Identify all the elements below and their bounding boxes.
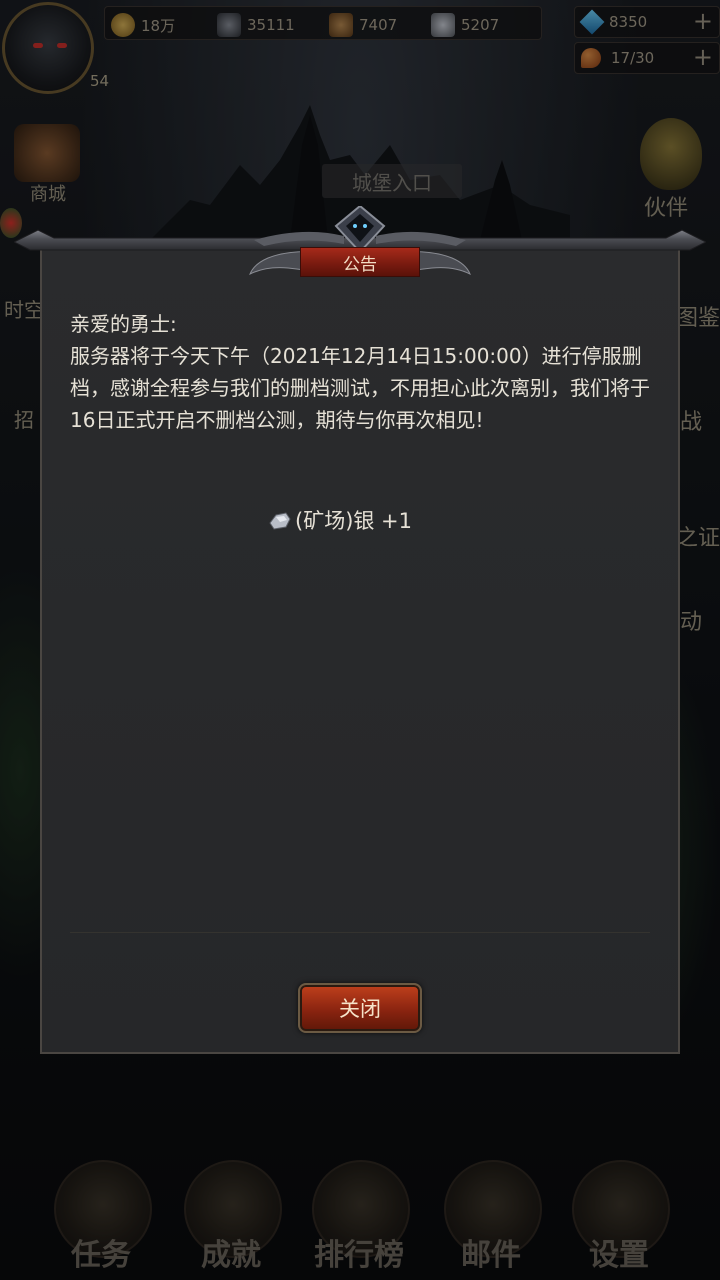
- dialog-divider: [70, 932, 650, 933]
- announcement-body: 亲爱的勇士: 服务器将于今天下午（2021年12月14日15:00:00）进行停…: [70, 312, 650, 432]
- dialog-title: 公告: [300, 247, 420, 277]
- close-button[interactable]: 关闭: [298, 983, 422, 1033]
- silver-ore-icon: [269, 512, 291, 530]
- hooded-crest-icon: [334, 206, 386, 252]
- reward-text: (矿场)银 +1: [295, 509, 413, 533]
- reward-item: (矿场)银 +1: [268, 505, 412, 535]
